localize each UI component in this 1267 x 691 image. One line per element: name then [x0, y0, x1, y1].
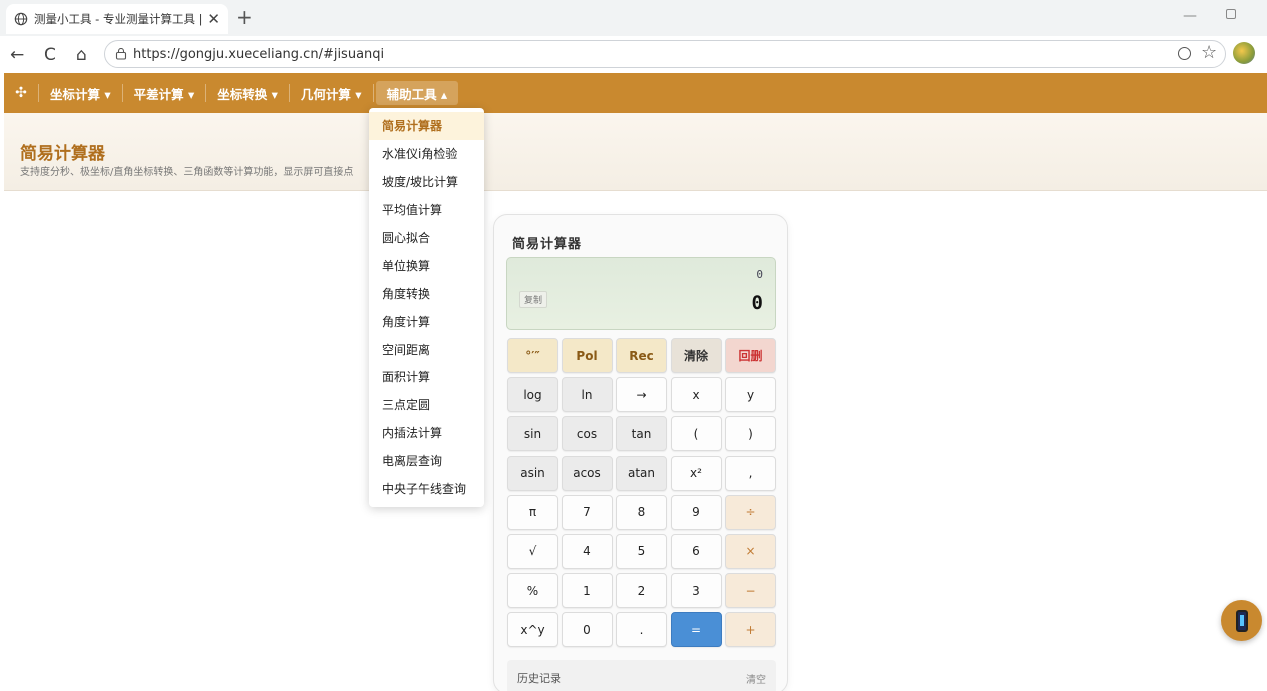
browser-address-bar: ← C ⌂ https://gongju.xueceliang.cn/#jisu…: [0, 36, 1267, 72]
calc-key[interactable]: y: [725, 377, 776, 413]
calc-key[interactable]: 2: [616, 573, 667, 609]
dropdown-item[interactable]: 单位换算: [369, 251, 484, 279]
calc-key[interactable]: 0: [561, 612, 613, 648]
calc-key[interactable]: asin: [507, 455, 558, 491]
calc-key[interactable]: ÷: [725, 494, 776, 530]
profile-avatar[interactable]: [1233, 42, 1255, 64]
bookmark-star-icon[interactable]: ☆: [1201, 42, 1217, 63]
zoom-out-icon[interactable]: [1178, 47, 1191, 60]
display-expression: 0: [756, 268, 763, 281]
calc-key[interactable]: ): [725, 416, 776, 452]
calc-key[interactable]: log: [507, 377, 558, 413]
auxiliary-tools-dropdown: 简易计算器 水准仪i角检验 坡度/坡比计算 平均值计算 圆心拟合 单位换算 角度转换 角度计算…: [369, 108, 484, 507]
calc-key[interactable]: x^y: [507, 612, 558, 648]
history-label: 历史记录: [517, 672, 561, 685]
calc-key[interactable]: π: [507, 494, 558, 530]
calc-key[interactable]: 8: [616, 494, 667, 530]
back-icon[interactable]: ←: [10, 45, 24, 65]
brand-icon[interactable]: ✣: [4, 73, 38, 113]
calc-key[interactable]: Rec: [616, 338, 667, 373]
dropdown-item[interactable]: 面积计算: [369, 363, 484, 391]
url-input[interactable]: https://gongju.xueceliang.cn/#jisuanqi: [104, 40, 1226, 68]
calc-key[interactable]: sin: [507, 416, 558, 452]
calc-key[interactable]: Pol: [561, 338, 613, 373]
dropdown-item[interactable]: 中央子午线查询: [369, 475, 484, 503]
tab-title: 测量小工具 - 专业测量计算工具 | 免: [34, 12, 204, 26]
calc-key[interactable]: +: [725, 612, 776, 648]
nav-adjustment-calc[interactable]: 平差计算 ▾: [123, 73, 206, 113]
calc-key[interactable]: 清除: [670, 338, 722, 373]
calc-key[interactable]: 9: [670, 494, 722, 530]
mobile-phone-icon: [1235, 609, 1248, 632]
calc-key[interactable]: 1: [561, 573, 613, 609]
calc-key[interactable]: −: [725, 573, 776, 609]
calc-key[interactable]: cos: [561, 416, 613, 452]
dropdown-item[interactable]: 简易计算器: [369, 112, 484, 140]
calc-key[interactable]: (: [670, 416, 722, 452]
dropdown-item[interactable]: 电离层查询: [369, 447, 484, 475]
history-panel: 历史记录 清空: [507, 660, 776, 691]
calc-key[interactable]: 回删: [725, 338, 776, 373]
calc-key[interactable]: 4: [561, 533, 613, 569]
calc-key[interactable]: =: [670, 612, 722, 648]
dropdown-item[interactable]: 三点定圆: [369, 391, 484, 419]
calc-key[interactable]: ×: [725, 533, 776, 569]
dropdown-item[interactable]: 角度转换: [369, 279, 484, 307]
maximize-window-button[interactable]: [1226, 9, 1236, 19]
dropdown-item[interactable]: 角度计算: [369, 307, 484, 335]
calc-key[interactable]: %: [507, 573, 558, 609]
dropdown-item[interactable]: 空间距离: [369, 335, 484, 363]
nav-geometry-calc[interactable]: 几何计算 ▾: [290, 73, 373, 113]
dropdown-item[interactable]: 圆心拟合: [369, 224, 484, 252]
calc-key[interactable]: acos: [561, 455, 613, 491]
calc-key[interactable]: °′″: [507, 338, 558, 373]
url-host: https://gongju.xueceliang.cn: [133, 46, 319, 62]
dropdown-item[interactable]: 坡度/坡比计算: [369, 168, 484, 196]
page-title: 简易计算器: [20, 144, 105, 164]
url-path: /#jisuanqi: [318, 46, 385, 62]
calc-key[interactable]: 7: [561, 494, 613, 530]
calc-key[interactable]: √: [507, 533, 558, 569]
dropdown-item[interactable]: 平均值计算: [369, 196, 484, 224]
calculator-panel: 简易计算器 0 复制 0 °′″ Pol Rec 清除 回删 log ln → x y sin cos…: [493, 214, 788, 691]
reload-icon[interactable]: C: [44, 45, 56, 65]
calc-key[interactable]: x: [670, 377, 722, 413]
history-clear-button[interactable]: 清空: [746, 671, 766, 686]
page-header: 简易计算器 支持度分秒、极坐标/直角坐标转换、三角函数等计算功能，显示屏可直接点: [4, 113, 1267, 191]
calculator-title: 简易计算器: [512, 237, 583, 252]
calc-key[interactable]: 5: [616, 533, 667, 569]
calc-key[interactable]: atan: [616, 455, 667, 491]
calculator-display[interactable]: 0 复制 0: [506, 257, 776, 330]
calc-key[interactable]: x²: [670, 455, 722, 491]
site-navbar: ✣ 坐标计算 ▾ 平差计算 ▾ 坐标转换 ▾ 几何计算 ▾ 辅助工具 ▴: [4, 73, 1267, 113]
page-subtitle: 支持度分秒、极坐标/直角坐标转换、三角函数等计算功能，显示屏可直接点: [20, 167, 354, 178]
mobile-version-button[interactable]: [1221, 600, 1262, 641]
copy-button[interactable]: 复制: [519, 291, 548, 308]
nav-divider: [372, 84, 374, 102]
keypad: °′″ Pol Rec 清除 回删 log ln → x y sin cos tan() asin acos…: [507, 338, 777, 648]
site-info-icon[interactable]: [115, 48, 127, 60]
calc-key[interactable]: 3: [670, 573, 722, 609]
calc-key[interactable]: →: [616, 377, 667, 413]
display-result: 0: [751, 292, 763, 314]
nav-coordinate-transform[interactable]: 坐标转换 ▾: [206, 73, 289, 113]
nav-auxiliary-tools[interactable]: 辅助工具 ▴: [375, 81, 459, 105]
calc-key[interactable]: ,: [725, 455, 776, 491]
home-icon[interactable]: ⌂: [76, 45, 87, 65]
nav-coordinate-calc[interactable]: 坐标计算 ▾: [39, 73, 122, 113]
calc-key[interactable]: .: [616, 612, 667, 648]
close-tab-icon[interactable]: ✕: [207, 10, 220, 28]
dropdown-item[interactable]: 内插法计算: [369, 419, 484, 447]
browser-tab-bar: 测量小工具 - 专业测量计算工具 | 免 ✕ + —: [0, 0, 1267, 36]
new-tab-button[interactable]: +: [236, 6, 253, 28]
calc-key[interactable]: 6: [670, 533, 722, 569]
minimize-window-button[interactable]: —: [1183, 8, 1197, 24]
calc-key[interactable]: ln: [561, 377, 613, 413]
dropdown-item[interactable]: 水准仪i角检验: [369, 140, 484, 168]
globe-icon: [14, 12, 28, 26]
calc-key[interactable]: tan: [616, 416, 667, 452]
browser-tab[interactable]: 测量小工具 - 专业测量计算工具 | 免 ✕: [6, 4, 228, 34]
